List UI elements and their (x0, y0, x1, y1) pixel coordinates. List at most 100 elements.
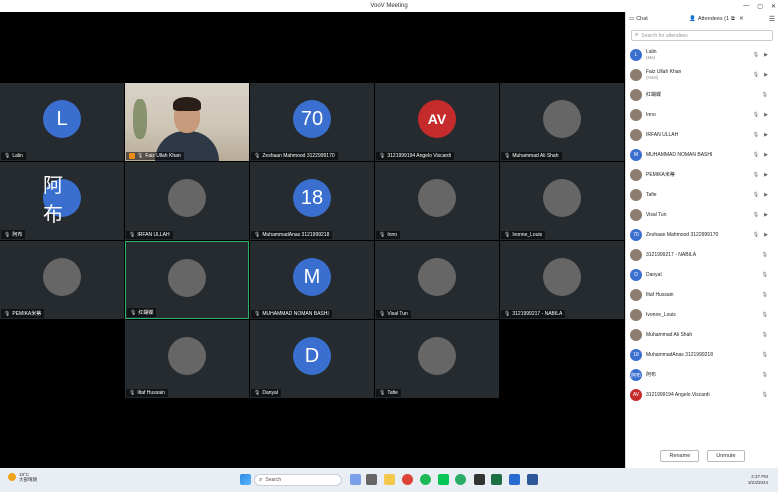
participant-tile[interactable]: 阿布 🎙 阿布 (0, 162, 124, 240)
participant-tile[interactable]: 🎙 红蝴蝶 (125, 241, 249, 319)
word-icon[interactable] (527, 474, 538, 485)
mic-icon[interactable]: 🎙 (753, 72, 759, 78)
attendee-row[interactable]: D Danyal 🎙 (626, 265, 778, 285)
mic-icon[interactable]: 🎙 (753, 172, 759, 178)
attendee-row[interactable]: M MUHAMMAD NOMAN BASHI 🎙 ▶ (626, 145, 778, 165)
participant-tile[interactable]: 🎙 Muhammad Ali Shah (500, 83, 624, 161)
attendee-row[interactable]: Tafie 🎙 ▶ (626, 185, 778, 205)
attendee-row[interactable]: Iltaf Hussain 🎙 (626, 285, 778, 305)
camera-icon[interactable]: ▶ (764, 112, 768, 118)
attendee-row[interactable]: 70 Zeshaan Mahmood 3122999170 🎙 ▶ (626, 225, 778, 245)
camera-icon[interactable]: ▶ (764, 132, 768, 138)
mic-icon[interactable]: 🎙 (753, 112, 759, 118)
participant-avatar (543, 100, 581, 138)
rename-button[interactable]: Rename (660, 450, 700, 462)
participant-tile[interactable]: 18 🎙 MuhammadAnas 3121999218 (250, 162, 374, 240)
mic-icon[interactable]: 🎙 (753, 192, 759, 198)
mic-icon[interactable]: 🎙 (753, 152, 759, 158)
close-button[interactable]: ✕ (771, 3, 776, 10)
attendee-row[interactable]: 18 MuhammadAnas 3121999218 🎙 (626, 345, 778, 365)
attendee-status-icons: 🎙 (762, 352, 768, 358)
mic-icon[interactable]: 🎙 (762, 92, 768, 98)
files-icon[interactable] (384, 474, 395, 485)
mic-icon[interactable]: 🎙 (762, 372, 768, 378)
mic-icon[interactable]: 🎙 (762, 352, 768, 358)
attendee-name-block: Inno (646, 112, 656, 118)
attendee-row[interactable]: Inno 🎙 ▶ (626, 105, 778, 125)
attendee-row[interactable]: Faiz Ullah Khan (Host) 🎙 ▶ (626, 65, 778, 85)
app-icon[interactable] (474, 474, 485, 485)
participant-tile[interactable]: D 🎙 Danyal (250, 320, 374, 398)
taskbar-search[interactable]: ⌕ Search (254, 474, 342, 486)
mic-icon[interactable]: 🎙 (753, 232, 759, 238)
tab-chat[interactable]: ▭ Chat (629, 16, 689, 22)
participant-tile[interactable]: 70 🎙 Zeshaan Mahmood 3122999170 (250, 83, 374, 161)
mic-icon[interactable]: 🎙 (762, 312, 768, 318)
mic-icon[interactable]: 🎙 (762, 392, 768, 398)
weather-widget[interactable]: 18°C 大部晴朗 (8, 472, 37, 482)
taskbar: 18°C 大部晴朗 ⌕ Search 2:37 PM 3/23/2024 (0, 468, 778, 492)
participant-tile[interactable]: 🎙 IRFAN ULLAH (125, 162, 249, 240)
participant-tile[interactable]: AV 🎙 3121999194 Angelo Viscardi (375, 83, 499, 161)
participant-tile[interactable]: 🎙 Tafie (375, 320, 499, 398)
attendee-row[interactable]: 红蝴蝶 🎙 (626, 85, 778, 105)
camera-icon[interactable]: ▶ (764, 52, 768, 58)
participant-tile[interactable]: 🎙 3121999217 - NABILA (500, 241, 624, 319)
camera-icon[interactable]: ▶ (764, 72, 768, 78)
popout-icon[interactable]: ⧉ (731, 16, 735, 23)
camera-icon[interactable]: ▶ (764, 212, 768, 218)
mic-icon[interactable]: 🎙 (762, 252, 768, 258)
attendee-search[interactable]: ⌕ Search for attendees (631, 30, 773, 41)
attendee-row[interactable]: 阿布 阿布 🎙 (626, 365, 778, 385)
participant-tile[interactable]: 🎙 Iltaf Hussain (125, 320, 249, 398)
mic-icon[interactable]: 🎙 (762, 332, 768, 338)
wechat-icon[interactable] (455, 474, 466, 485)
attendee-row[interactable]: Muhammad Ali Shah 🎙 (626, 325, 778, 345)
participant-tile[interactable]: M 🎙 MUHAMMAD NOMAN BASHI (250, 241, 374, 319)
maximize-button[interactable]: ▢ (757, 3, 763, 10)
explorer-icon[interactable] (366, 474, 377, 485)
attendee-row[interactable]: Ivonne_Louis 🎙 (626, 305, 778, 325)
attendee-name-block: MuhammadAnas 3121999218 (646, 352, 713, 358)
attendee-name-block: Tafie (646, 192, 657, 198)
copilot-icon[interactable] (350, 474, 361, 485)
mic-icon[interactable]: 🎙 (753, 132, 759, 138)
participant-tile[interactable]: 🎙 Ivonne_Louis (500, 162, 624, 240)
participant-tile[interactable]: 🎙 Visal Tun (375, 241, 499, 319)
chrome-icon[interactable] (402, 474, 413, 485)
attendee-row[interactable]: L Lalin (Me) 🎙 ▶ (626, 45, 778, 65)
voov-icon[interactable] (509, 474, 520, 485)
participant-tile[interactable]: 🎙 Inno (375, 162, 499, 240)
participant-avatar (418, 258, 456, 296)
menu-icon[interactable]: ☰ (769, 15, 775, 23)
attendee-row[interactable]: PEMIKA米蒂 🎙 ▶ (626, 165, 778, 185)
attendee-avatar (630, 109, 642, 121)
attendee-row[interactable]: Visal Tun 🎙 ▶ (626, 205, 778, 225)
mic-icon[interactable]: 🎙 (762, 272, 768, 278)
attendee-name-block: Faiz Ullah Khan (Host) (646, 69, 681, 81)
unmute-button[interactable]: Unmute (707, 450, 745, 462)
close-icon[interactable]: ✕ (739, 16, 744, 22)
mic-icon[interactable]: 🎙 (762, 292, 768, 298)
participant-avatar (168, 337, 206, 375)
attendee-row[interactable]: AV 3121999194 Angelo Viscardi 🎙 (626, 385, 778, 405)
panel-footer: Rename Unmute (626, 450, 778, 462)
spotify-icon[interactable] (420, 474, 431, 485)
minimize-button[interactable]: — (743, 3, 749, 9)
camera-icon[interactable]: ▶ (764, 232, 768, 238)
tab-attendees[interactable]: 👤 Attendees (1 ⧉ ✕ (689, 16, 749, 23)
participant-tile[interactable]: 🎙 Faiz Ullah Khan (125, 83, 249, 161)
mic-icon[interactable]: 🎙 (753, 52, 759, 58)
camera-icon[interactable]: ▶ (764, 172, 768, 178)
clock[interactable]: 2:37 PM 3/23/2024 (748, 474, 768, 486)
participant-tile[interactable]: L 🎙 Lalin (0, 83, 124, 161)
mic-icon[interactable]: 🎙 (753, 212, 759, 218)
line-icon[interactable] (438, 474, 449, 485)
windows-start-icon[interactable] (240, 474, 251, 485)
camera-icon[interactable]: ▶ (764, 192, 768, 198)
excel-icon[interactable] (491, 474, 502, 485)
attendee-row[interactable]: IRFAN ULLAH 🎙 ▶ (626, 125, 778, 145)
attendee-row[interactable]: 3121999217 - NABILA 🎙 (626, 245, 778, 265)
camera-icon[interactable]: ▶ (764, 152, 768, 158)
participant-tile[interactable]: 🎙 PEMIKA米蒂 (0, 241, 124, 319)
